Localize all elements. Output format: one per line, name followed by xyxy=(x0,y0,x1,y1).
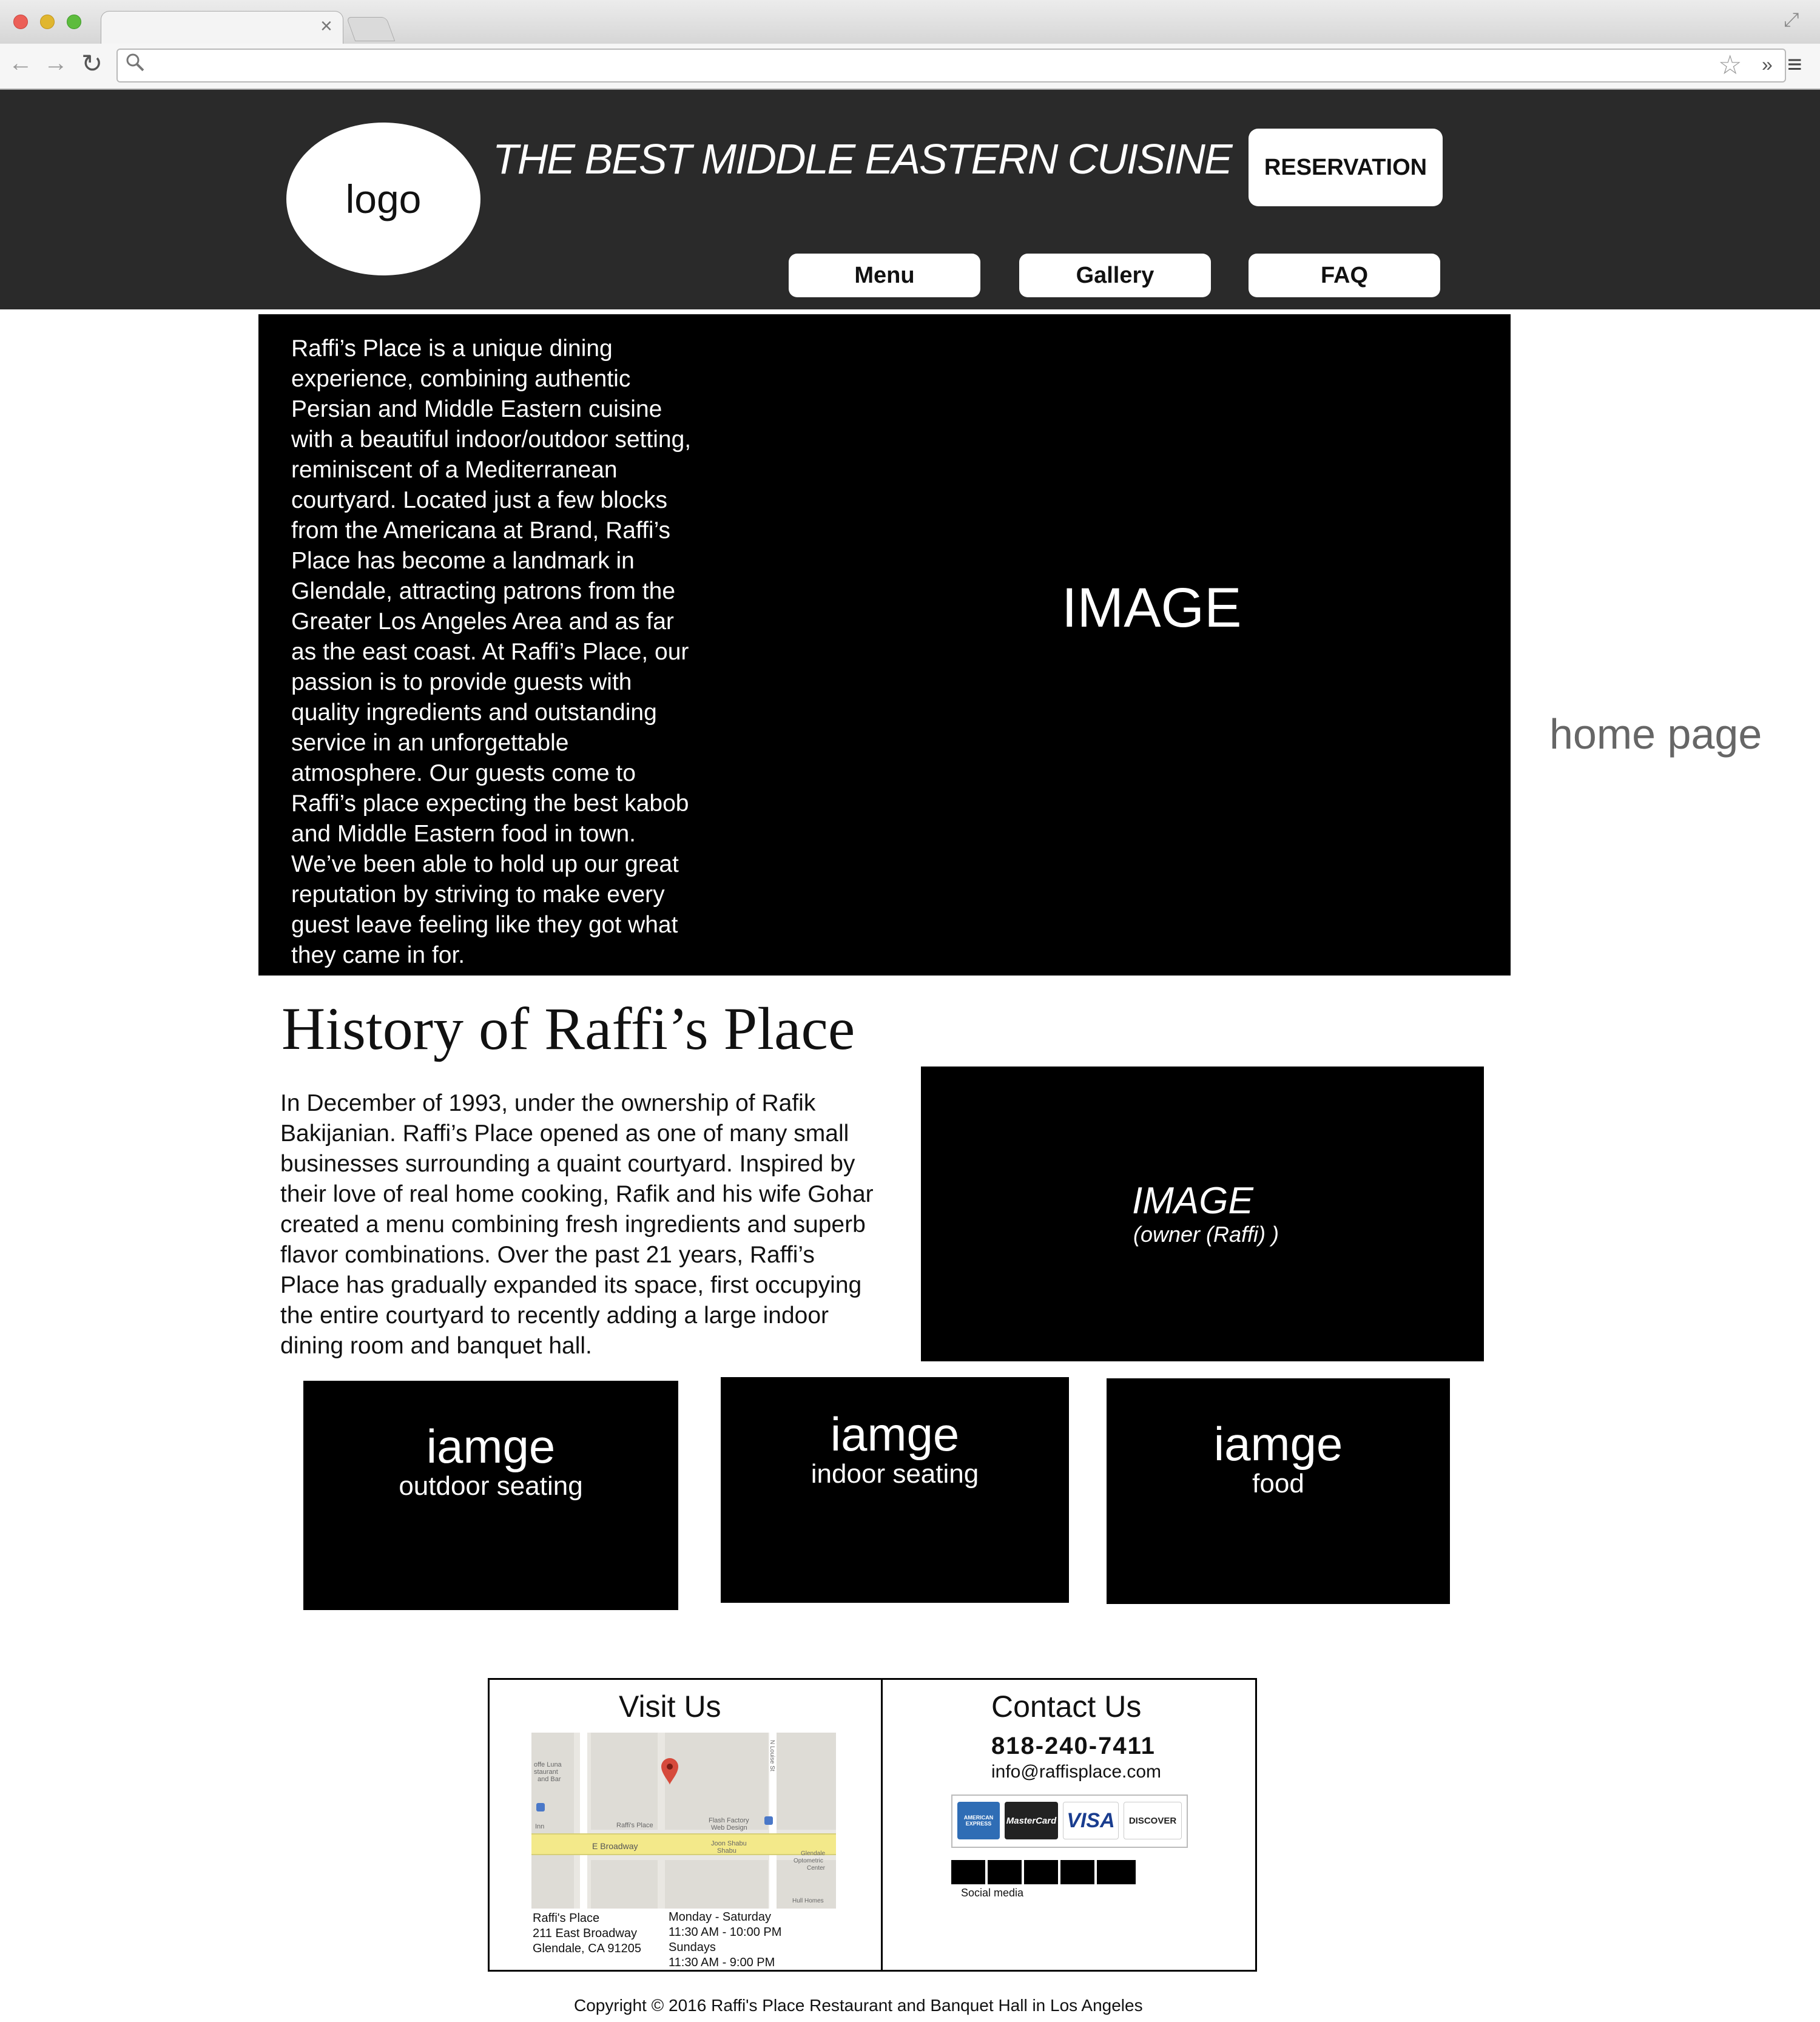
map-label: Flash Factory xyxy=(709,1817,749,1824)
fullscreen-icon[interactable]: ⤢ xyxy=(1784,8,1799,32)
gallery-image-food[interactable]: iamge food xyxy=(1107,1378,1450,1604)
gallery-image-subtitle: indoor seating xyxy=(811,1459,979,1489)
extensions-more-icon[interactable]: » xyxy=(1762,53,1773,76)
social-media-icon[interactable] xyxy=(988,1860,1022,1884)
map-label: Glendale xyxy=(801,1850,825,1857)
owner-image-caption: (owner (Raffi) ) xyxy=(1133,1222,1279,1247)
hours-line: Monday - Saturday xyxy=(669,1910,771,1924)
tagline: THE BEST MIDDLE EASTERN CUISINE xyxy=(493,135,1233,183)
map-label: Raffi's Place xyxy=(616,1822,653,1829)
gallery-image-outdoor[interactable]: iamge outdoor seating xyxy=(303,1381,678,1610)
browser-tab[interactable] xyxy=(101,11,343,45)
map-label: E Broadway xyxy=(592,1841,638,1851)
gallery-image-subtitle: food xyxy=(1252,1469,1304,1498)
nav-menu-button[interactable]: Menu xyxy=(789,254,980,297)
history-heading: History of Raffi’s Place xyxy=(281,995,855,1062)
bookmark-star-icon[interactable]: ☆ xyxy=(1718,50,1742,81)
address-block: Raffi's Place 211 East Broadway Glendale… xyxy=(533,1911,641,1956)
hours-line: 11:30 AM - 10:00 PM xyxy=(669,1926,782,1939)
phone-number[interactable]: 818-240-7411 xyxy=(991,1733,1156,1760)
visit-us-heading: Visit Us xyxy=(619,1690,721,1724)
nav-faq-button[interactable]: FAQ xyxy=(1249,254,1440,297)
social-media-icon[interactable] xyxy=(951,1860,985,1884)
minimize-window-button[interactable] xyxy=(40,15,55,29)
search-icon xyxy=(125,52,146,78)
hero-description: Raffi’s Place is a unique dining experie… xyxy=(291,335,692,968)
address-line: Raffi's Place xyxy=(533,1912,600,1925)
address-line: Glendale, CA 91205 xyxy=(533,1942,642,1955)
map-label: Shabu xyxy=(717,1847,736,1855)
social-media-icon[interactable] xyxy=(1024,1860,1058,1884)
new-tab-button[interactable] xyxy=(346,17,396,41)
gallery-image-title: iamge xyxy=(830,1407,960,1461)
history-paragraph: In December of 1993, under the ownership… xyxy=(280,1090,874,1359)
footer-divider xyxy=(881,1678,883,1972)
social-media-icon[interactable] xyxy=(1060,1860,1094,1884)
close-window-button[interactable] xyxy=(13,15,28,29)
amex-card-icon: AMERICAN EXPRESS xyxy=(957,1802,1000,1839)
reservation-button[interactable]: RESERVATION xyxy=(1249,129,1443,206)
discover-card-icon: DISCOVER xyxy=(1124,1802,1182,1839)
map-label: Hull Homes xyxy=(792,1898,824,1904)
map-label: Web Design xyxy=(711,1824,747,1832)
maximize-window-button[interactable] xyxy=(67,15,81,29)
hours-line: Sundays xyxy=(669,1941,716,1954)
hours-line: 11:30 AM - 9:00 PM xyxy=(669,1956,775,1969)
map-label: Center xyxy=(807,1865,826,1872)
map-label: offe Luna xyxy=(534,1761,562,1768)
contact-us-heading: Contact Us xyxy=(991,1690,1142,1724)
email-link[interactable]: info@raffisplace.com xyxy=(991,1762,1161,1782)
forward-arrow-icon[interactable]: → xyxy=(44,50,68,77)
map-label: and Bar xyxy=(538,1776,561,1783)
browser-menu-icon[interactable]: ≡ xyxy=(1787,50,1802,79)
hero-image-placeholder: IMAGE xyxy=(1062,577,1242,639)
gallery-image-title: iamge xyxy=(426,1420,556,1473)
map-label: staurant xyxy=(534,1768,558,1776)
social-media-label: Social media xyxy=(961,1887,1024,1899)
copyright-text: Copyright © 2016 Raffi's Place Restauran… xyxy=(574,1996,1143,2015)
address-bar[interactable] xyxy=(116,49,1786,83)
logo[interactable]: logo xyxy=(286,123,480,275)
map-label: Inn xyxy=(535,1823,544,1830)
map-label: Optometric xyxy=(794,1858,823,1864)
map-label: Joon Shabu xyxy=(711,1840,747,1847)
nav-gallery-button[interactable]: Gallery xyxy=(1019,254,1211,297)
back-arrow-icon[interactable]: ← xyxy=(8,50,33,77)
gallery-image-title: iamge xyxy=(1213,1417,1343,1471)
page-annotation: home page xyxy=(1549,710,1762,758)
hours-block: Monday - Saturday 11:30 AM - 10:00 PM Su… xyxy=(669,1910,781,1970)
mastercard-card-icon: MasterCard xyxy=(1005,1802,1058,1839)
address-line: 211 East Broadway xyxy=(533,1927,637,1940)
gallery-image-indoor[interactable]: iamge indoor seating xyxy=(721,1377,1069,1603)
location-map[interactable]: offe Luna staurant and Bar E Broadway Ra… xyxy=(531,1733,836,1909)
tab-close-icon[interactable]: × xyxy=(320,15,332,38)
visa-card-icon: VISA xyxy=(1063,1802,1119,1839)
gallery-image-subtitle: outdoor seating xyxy=(399,1471,583,1501)
owner-image-label: IMAGE xyxy=(1132,1180,1253,1222)
reload-icon[interactable]: ↻ xyxy=(81,49,103,78)
map-label: N Louise St xyxy=(769,1740,775,1771)
social-media-icon[interactable] xyxy=(1097,1860,1136,1884)
